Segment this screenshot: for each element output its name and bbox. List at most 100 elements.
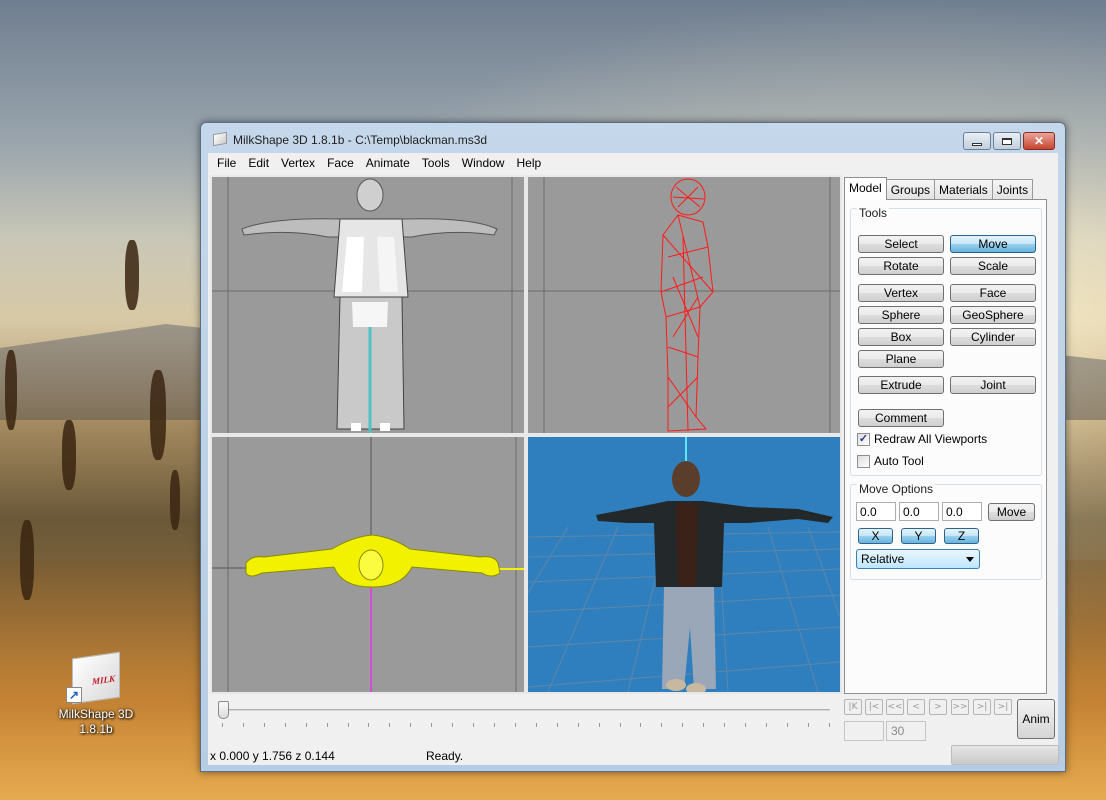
select-button[interactable]: Select [858, 235, 944, 253]
viewport-top[interactable] [210, 435, 526, 694]
wallpaper-reed [62, 420, 76, 490]
shortcut-arrow-icon: ↗ [66, 687, 82, 703]
tab-materials[interactable]: Materials [934, 179, 993, 199]
front-model [241, 178, 498, 433]
tool-panel: Model Groups Materials Joints Tools Sele… [844, 175, 1058, 694]
menu-tools[interactable]: Tools [416, 153, 456, 173]
viewports-area [210, 175, 843, 694]
menu-edit[interactable]: Edit [242, 153, 275, 173]
extrude-button[interactable]: Extrude [858, 376, 944, 394]
top-model [245, 534, 501, 588]
side-model-wireframe [660, 178, 714, 432]
top-view-canvas [212, 437, 524, 692]
panel-tabs: Model Groups Materials Joints [844, 177, 1034, 200]
vertex-button[interactable]: Vertex [858, 284, 944, 302]
minimize-button[interactable] [963, 132, 991, 150]
move-z-input[interactable] [942, 502, 982, 521]
status-coordinates: x 0.000 y 1.756 z 0.144 [210, 749, 335, 763]
current-frame-field[interactable] [844, 721, 884, 741]
close-icon: ✕ [1033, 134, 1045, 148]
wallpaper-reed [150, 370, 166, 460]
axis-z-toggle[interactable]: Z [944, 528, 979, 544]
tab-groups[interactable]: Groups [885, 179, 936, 199]
menu-bar: File Edit Vertex Face Animate Tools Wind… [208, 153, 1058, 173]
shortcut-label-line1: MilkShape 3D [58, 707, 134, 721]
move-mode-value: Relative [861, 552, 905, 566]
tools-group: Tools Select Move Rotate Scale Vertex Fa… [850, 206, 1042, 476]
sphere-button[interactable]: Sphere [858, 306, 944, 324]
geosphere-button[interactable]: GeoSphere [950, 306, 1036, 324]
minimize-icon [972, 142, 982, 146]
menu-file[interactable]: File [211, 153, 242, 173]
redraw-all-viewports-checkbox[interactable]: ✓ Redraw All Viewports [857, 432, 987, 446]
prev-frame-button[interactable]: < [907, 699, 925, 715]
animation-timeline[interactable] [210, 697, 838, 743]
next-key-button[interactable]: >| [973, 699, 991, 715]
desktop-shortcut-label: MilkShape 3D 1.8.1b [48, 707, 144, 737]
apply-move-button[interactable]: Move [988, 503, 1035, 521]
axis-x-toggle[interactable]: X [858, 528, 893, 544]
window-client: File Edit Vertex Face Animate Tools Wind… [208, 153, 1059, 765]
tab-model[interactable]: Model [844, 177, 887, 200]
rotate-button[interactable]: Rotate [858, 257, 944, 275]
move-button[interactable]: Move [950, 235, 1036, 253]
side-view-canvas [528, 177, 840, 433]
auto-tool-checkbox[interactable]: Auto Tool [857, 454, 924, 468]
timeline-ticks [222, 723, 830, 727]
first-frame-button[interactable]: |K [844, 699, 862, 715]
fast-forward-button[interactable]: >> [951, 699, 969, 715]
milk-label: MILK [91, 673, 115, 687]
window-title: MilkShape 3D 1.8.1b - C:\Temp\blackman.m… [233, 133, 488, 147]
status-bar: x 0.000 y 1.756 z 0.144 Ready. [208, 745, 1059, 765]
comment-button[interactable]: Comment [858, 409, 944, 427]
tools-group-label: Tools [857, 206, 890, 220]
move-options-group: Move Options Move X Y Z Relative [850, 482, 1042, 580]
wallpaper-reed [5, 350, 17, 430]
maximize-button[interactable] [993, 132, 1021, 150]
rewind-button[interactable]: << [886, 699, 904, 715]
desktop-shortcut-milkshape[interactable]: MILK ↗ MilkShape 3D 1.8.1b [48, 651, 144, 737]
wallpaper-reed [20, 520, 34, 600]
front-view-canvas [212, 177, 524, 433]
menu-window[interactable]: Window [456, 153, 511, 173]
menu-animate[interactable]: Animate [360, 153, 416, 173]
close-button[interactable]: ✕ [1023, 132, 1055, 150]
auto-tool-label: Auto Tool [874, 454, 924, 468]
checkbox-unchecked-icon [857, 454, 870, 468]
model-tab-page: Tools Select Move Rotate Scale Vertex Fa… [844, 199, 1047, 694]
anim-toggle-button[interactable]: Anim [1017, 699, 1055, 739]
title-bar[interactable]: MilkShape 3D 1.8.1b - C:\Temp\blackman.m… [201, 123, 1065, 151]
box-button[interactable]: Box [858, 328, 944, 346]
last-frame-button[interactable]: >| [994, 699, 1012, 715]
viewport-front[interactable] [210, 175, 526, 435]
joint-button[interactable]: Joint [950, 376, 1036, 394]
menu-face[interactable]: Face [321, 153, 360, 173]
textured-model [596, 461, 833, 692]
wallpaper-reed [125, 240, 139, 310]
status-progress-bar [951, 745, 1059, 765]
move-x-input[interactable] [856, 502, 896, 521]
prev-key-button[interactable]: |< [865, 699, 883, 715]
move-y-input[interactable] [899, 502, 939, 521]
wallpaper-reed [170, 470, 180, 530]
tab-joints[interactable]: Joints [991, 179, 1034, 199]
maximize-icon [1002, 137, 1012, 145]
scale-button[interactable]: Scale [950, 257, 1036, 275]
redraw-all-viewports-label: Redraw All Viewports [874, 432, 988, 446]
timeline-slider-thumb[interactable] [218, 701, 229, 719]
axis-y-toggle[interactable]: Y [901, 528, 936, 544]
viewport-side[interactable] [526, 175, 842, 435]
cylinder-button[interactable]: Cylinder [950, 328, 1036, 346]
total-frames-field[interactable]: 30 [886, 721, 926, 741]
menu-vertex[interactable]: Vertex [275, 153, 321, 173]
face-button[interactable]: Face [950, 284, 1036, 302]
plane-button[interactable]: Plane [858, 350, 944, 368]
shortcut-label-line2: 1.8.1b [79, 722, 113, 736]
viewport-3d[interactable] [526, 435, 842, 694]
next-frame-button[interactable]: > [929, 699, 947, 715]
menu-help[interactable]: Help [510, 153, 547, 173]
timeline-track [222, 709, 830, 711]
move-options-label: Move Options [857, 482, 936, 496]
move-mode-dropdown[interactable]: Relative [856, 549, 980, 569]
chevron-down-icon [966, 557, 974, 562]
